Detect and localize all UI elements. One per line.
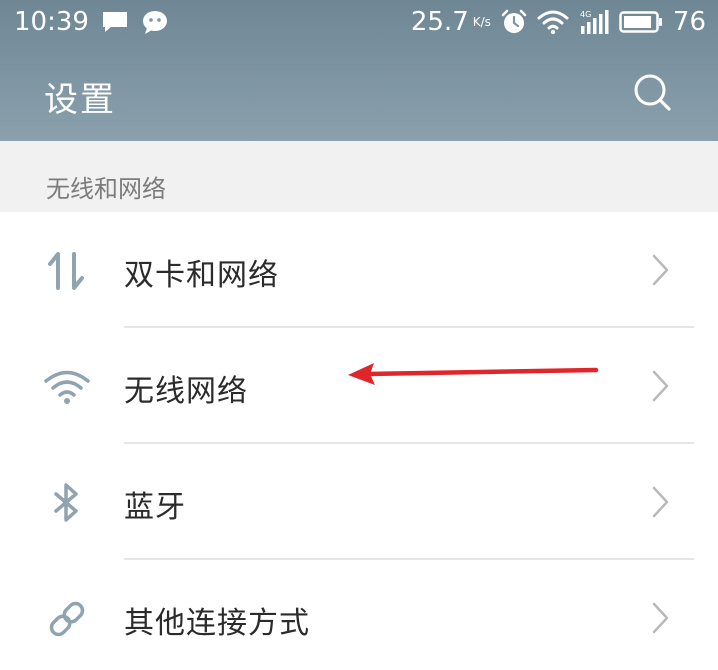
page-title: 设置 xyxy=(44,80,116,120)
app-bar: 设置 xyxy=(0,44,718,141)
wifi-icon xyxy=(537,9,569,35)
settings-item-dual-sim-network[interactable]: 双卡和网络 xyxy=(0,212,718,328)
svg-text:4G: 4G xyxy=(580,10,591,19)
settings-item-other-connections[interactable]: 其他连接方式 xyxy=(0,560,718,670)
network-speed-unit: K/s xyxy=(472,15,491,29)
network-speed: 25.7 xyxy=(410,7,469,37)
chevron-right-icon xyxy=(650,252,672,288)
settings-item-label: 双卡和网络 xyxy=(124,258,279,293)
settings-screen: 10:39 25.7 K/s 4G 76 设置 无线和网络 双卡和网络 无线网络… xyxy=(0,0,718,670)
settings-item-label: 无线网络 xyxy=(124,374,248,409)
settings-item-bluetooth[interactable]: 蓝牙 xyxy=(0,444,718,560)
wifi-icon xyxy=(44,364,90,410)
bluetooth-icon xyxy=(44,480,90,526)
data-transfer-icon xyxy=(44,248,90,294)
link-icon xyxy=(44,596,90,642)
alarm-icon xyxy=(501,9,527,35)
settings-item-label: 蓝牙 xyxy=(124,490,186,525)
status-bar-right: 25.7 K/s 4G 76 xyxy=(411,6,706,38)
chevron-right-icon xyxy=(650,484,672,520)
chat-bubble-icon xyxy=(141,9,169,35)
chevron-right-icon xyxy=(650,600,672,636)
battery-icon xyxy=(619,10,663,34)
settings-list: 双卡和网络 无线网络 蓝牙 其他连接方式 xyxy=(0,212,718,670)
top-bar: 10:39 25.7 K/s 4G 76 设置 xyxy=(0,0,718,141)
message-icon xyxy=(101,10,129,34)
section-header: 无线和网络 xyxy=(0,141,718,212)
signal-icon: 4G xyxy=(579,9,609,35)
status-time: 10:39 xyxy=(14,7,89,37)
settings-item-label: 其他连接方式 xyxy=(124,606,310,641)
settings-item-wlan[interactable]: 无线网络 xyxy=(0,328,718,444)
battery-level: 76 xyxy=(672,7,706,37)
chevron-right-icon xyxy=(650,368,672,404)
annotation-arrow xyxy=(346,358,606,388)
status-bar-left: 10:39 xyxy=(14,6,169,38)
search-button[interactable] xyxy=(632,72,672,112)
status-bar: 10:39 25.7 K/s 4G 76 xyxy=(0,0,718,44)
section-title: 无线和网络 xyxy=(46,175,166,203)
search-icon xyxy=(634,74,671,111)
